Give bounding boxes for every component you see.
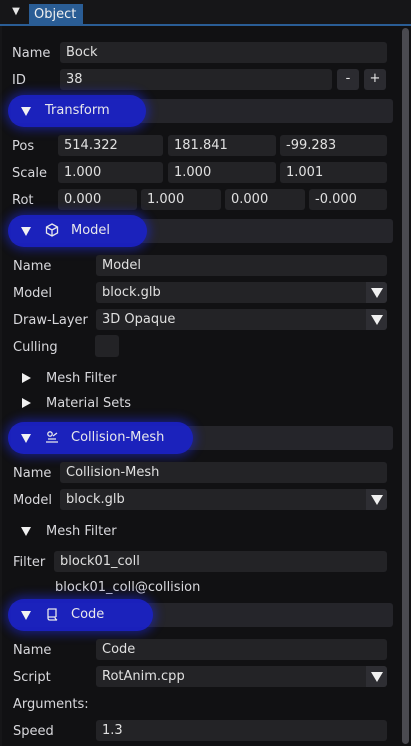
pos-y-field[interactable]: 181.841 bbox=[168, 135, 276, 156]
culling-checkbox[interactable] bbox=[95, 335, 119, 357]
culling-label: Culling bbox=[13, 340, 58, 355]
chevron-down-icon[interactable] bbox=[366, 666, 387, 687]
model-model-label: Model bbox=[13, 286, 53, 301]
model-name-field[interactable]: Model bbox=[96, 255, 387, 276]
collision-model-label: Model bbox=[13, 493, 53, 508]
scrollbar[interactable] bbox=[401, 26, 411, 746]
script-icon bbox=[45, 607, 59, 621]
collision-mesh-filter-node[interactable]: Mesh Filter bbox=[46, 524, 117, 539]
script-select-value: RotAnim.cpp bbox=[102, 669, 185, 684]
tab-collapse-icon[interactable]: ▼ bbox=[9, 6, 23, 18]
code-header-label: Code bbox=[71, 607, 105, 622]
model-select-value: block.glb bbox=[102, 285, 161, 300]
model-select[interactable]: block.glb bbox=[96, 282, 387, 303]
mesh-filter-expand-icon[interactable] bbox=[22, 373, 31, 383]
collision-collapse-icon[interactable] bbox=[21, 434, 31, 443]
filter-field[interactable]: block01_coll bbox=[54, 551, 387, 572]
material-sets-expand-icon[interactable] bbox=[22, 398, 31, 408]
chevron-down-icon[interactable] bbox=[366, 489, 387, 510]
script-select[interactable]: RotAnim.cpp bbox=[96, 666, 387, 687]
chevron-down-icon[interactable] bbox=[366, 309, 387, 330]
script-label: Script bbox=[13, 670, 51, 685]
model-name-label: Name bbox=[13, 259, 52, 274]
mesh-filter-node[interactable]: Mesh Filter bbox=[46, 371, 117, 386]
object-id-field[interactable]: 38 bbox=[60, 69, 332, 90]
code-collapse-icon[interactable] bbox=[21, 611, 31, 620]
scale-z-field[interactable]: 1.001 bbox=[280, 162, 387, 183]
draw-layer-select-value: 3D Opaque bbox=[102, 312, 176, 327]
draw-layer-label: Draw-Layer bbox=[13, 313, 88, 328]
scrollbar-thumb[interactable] bbox=[402, 28, 409, 744]
draw-layer-select[interactable]: 3D Opaque bbox=[96, 309, 387, 330]
collision-model-select-value: block.glb bbox=[66, 492, 125, 507]
cube-icon bbox=[45, 223, 59, 237]
rot-x-field[interactable]: 0.000 bbox=[58, 189, 137, 210]
chevron-down-icon[interactable] bbox=[366, 282, 387, 303]
scale-x-field[interactable]: 1.000 bbox=[58, 162, 163, 183]
inspector-panel: Name Bock ID 38 - + Transform Pos 514.32… bbox=[2, 26, 402, 746]
code-name-label: Name bbox=[13, 643, 52, 658]
model-collapse-icon[interactable] bbox=[21, 227, 31, 236]
filter-label: Filter bbox=[13, 555, 46, 570]
object-name-label: Name bbox=[12, 46, 51, 61]
rot-label: Rot bbox=[12, 193, 34, 208]
collision-model-select[interactable]: block.glb bbox=[60, 489, 387, 510]
collision-name-field[interactable]: Collision-Mesh bbox=[60, 462, 387, 483]
pos-z-field[interactable]: -99.283 bbox=[280, 135, 387, 156]
tab-object[interactable]: Object bbox=[29, 4, 83, 25]
filter-match-text: block01_coll@collision bbox=[55, 580, 201, 595]
speed-field[interactable]: 1.3 bbox=[96, 720, 387, 741]
model-header-label: Model bbox=[71, 223, 111, 238]
id-decrement-button[interactable]: - bbox=[337, 69, 359, 90]
scale-y-field[interactable]: 1.000 bbox=[168, 162, 276, 183]
transform-header-label: Transform bbox=[45, 103, 110, 118]
collision-mesh-filter-collapse-icon[interactable] bbox=[21, 527, 31, 536]
arguments-label: Arguments: bbox=[13, 697, 89, 712]
transform-collapse-icon[interactable] bbox=[21, 107, 31, 116]
id-increment-button[interactable]: + bbox=[364, 69, 386, 90]
collision-header-label: Collision-Mesh bbox=[71, 430, 165, 445]
collision-name-label: Name bbox=[13, 466, 52, 481]
pos-label: Pos bbox=[12, 139, 35, 154]
rot-w-field[interactable]: -0.000 bbox=[309, 189, 387, 210]
code-name-field[interactable]: Code bbox=[96, 639, 387, 660]
pos-x-field[interactable]: 514.322 bbox=[58, 135, 163, 156]
rot-y-field[interactable]: 1.000 bbox=[141, 189, 221, 210]
scale-label: Scale bbox=[12, 166, 47, 181]
rot-z-field[interactable]: 0.000 bbox=[225, 189, 305, 210]
tab-bar: ▼ Object bbox=[0, 0, 411, 26]
object-name-field[interactable]: Bock bbox=[60, 42, 387, 63]
material-sets-node[interactable]: Material Sets bbox=[46, 396, 131, 411]
object-id-label: ID bbox=[12, 73, 26, 88]
speed-label: Speed bbox=[13, 724, 54, 739]
collision-icon bbox=[45, 430, 59, 444]
